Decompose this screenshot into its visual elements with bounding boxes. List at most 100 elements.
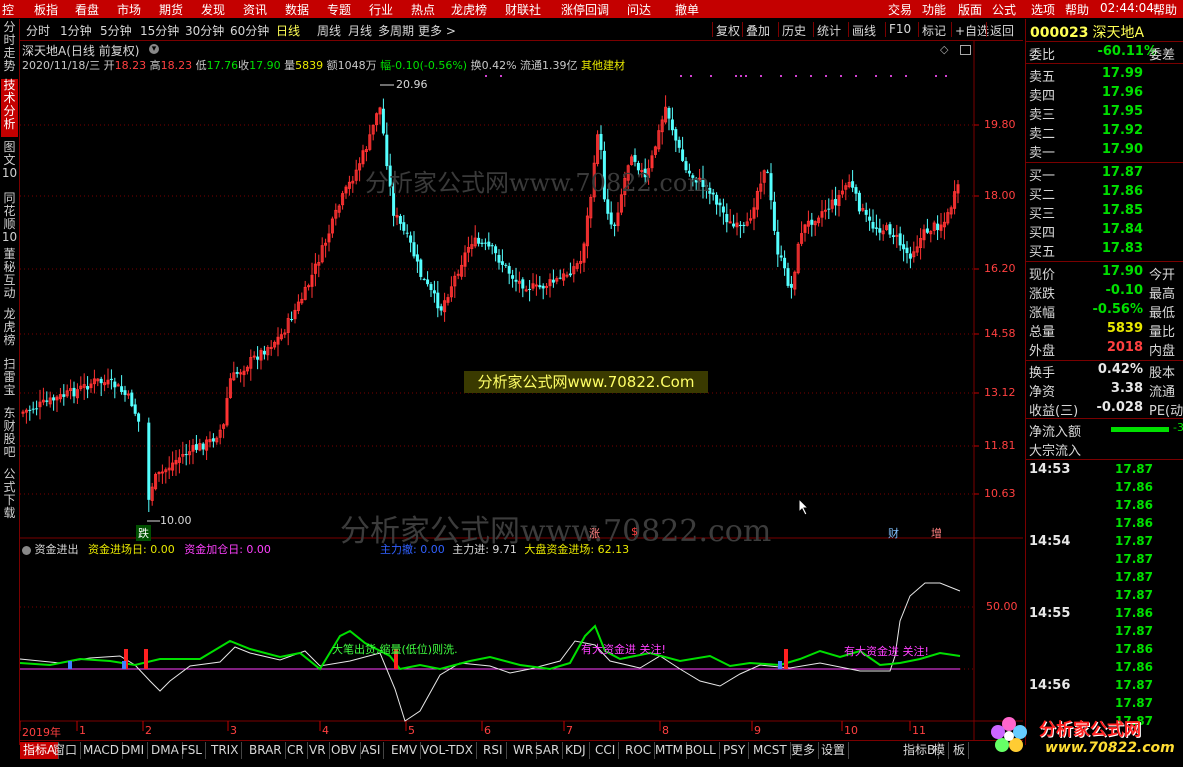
left-tab[interactable]: 扫雷宝 (1, 358, 18, 404)
bid-row[interactable]: 买三 17.85 (1029, 203, 1181, 222)
left-tab[interactable]: 图文10 (1, 141, 18, 189)
top-menu-item[interactable]: 02:44:04 (1100, 1, 1154, 15)
webi-row[interactable]: 委比 -60.11% 委差 (1029, 44, 1181, 63)
toolbar-action-button[interactable]: 复权 (716, 22, 740, 39)
top-menu-item[interactable]: 看盘 (75, 1, 99, 18)
toolbar-action-button[interactable]: 历史 (782, 22, 806, 39)
stat2-row[interactable]: 换手 0.42% 股本 (1029, 362, 1181, 381)
event-mark-cai[interactable]: 财 (888, 525, 899, 541)
bid-row[interactable]: 买五 17.83 (1029, 241, 1181, 260)
indicator-tab[interactable]: OBV (328, 742, 361, 759)
bigorder-row[interactable]: 大宗流入 (1029, 440, 1081, 459)
event-mark-dollar[interactable]: $ (631, 525, 638, 538)
indicator-tab[interactable]: MCST (750, 742, 791, 759)
top-menu-item[interactable]: 市场 (117, 1, 141, 18)
left-tab[interactable]: 龙虎榜 (1, 308, 18, 354)
top-menu-item[interactable]: 选项 (1031, 1, 1055, 18)
period-tab[interactable]: 分时 (26, 22, 50, 39)
indicator-tab[interactable]: 更多 (788, 742, 820, 759)
top-menu-item[interactable]: 涨停回调 (561, 1, 609, 18)
indicator-tab[interactable]: SAR (532, 742, 564, 759)
period-tab[interactable]: 月线 (348, 22, 372, 39)
left-tab[interactable]: 东财股吧 (1, 407, 18, 465)
left-tab[interactable]: 同花顺10 (1, 192, 18, 244)
indicator-tab[interactable]: 设置 (818, 742, 850, 759)
ask-row[interactable]: 卖三 17.95 (1029, 104, 1181, 123)
kline-chart-area[interactable]: 深天地A(日线 前复权) ▾ ◇ 2020/11/18/三 开18.23 高18… (20, 41, 1023, 741)
indicator-tab[interactable]: CCI (592, 742, 620, 759)
left-tab[interactable]: 技术分析 (1, 79, 18, 137)
toolbar-action-button[interactable]: 叠加 (746, 22, 770, 39)
top-menu-item[interactable]: 期货 (159, 1, 183, 18)
stat2-row[interactable]: 收益(三) -0.028 PE(动 (1029, 400, 1183, 419)
toolbar-action-button[interactable]: 画线 (852, 22, 876, 39)
period-tab[interactable]: 15分钟 (140, 22, 179, 39)
sector-link[interactable]: 其他建材 (581, 59, 625, 72)
indicator-tab[interactable]: FSL (178, 742, 206, 759)
indicator-tab[interactable]: CR (284, 742, 308, 759)
left-tab[interactable]: 董秘互动 (1, 248, 18, 304)
ask-row[interactable]: 卖二 17.92 (1029, 123, 1181, 142)
stat-row[interactable]: 外盘 2018 内盘 (1029, 340, 1181, 359)
indicator-tab[interactable]: EMV (388, 742, 422, 759)
netflow-row[interactable]: 净流入额 -3 (1029, 421, 1183, 440)
toolbar-action-button[interactable]: F10 (889, 22, 911, 36)
stat-row[interactable]: 涨跌 -0.10 最高 (1029, 283, 1181, 302)
indicator-tab[interactable]: 窗口 (50, 742, 82, 759)
period-tab[interactable]: 更多 > (418, 22, 456, 39)
indicator-tab[interactable]: ROC (622, 742, 656, 759)
top-menu-item[interactable]: 公式 (992, 1, 1016, 18)
diamond-icon[interactable]: ◇ (940, 43, 948, 56)
bid-row[interactable]: 买二 17.86 (1029, 184, 1181, 203)
stat2-row[interactable]: 净资 3.38 流通 (1029, 381, 1181, 400)
top-menu-item[interactable]: 控 (2, 1, 14, 18)
event-mark-zeng[interactable]: 增 (931, 525, 942, 541)
ask-row[interactable]: 卖一 17.90 (1029, 142, 1181, 161)
window-icon[interactable] (960, 45, 971, 55)
indicator-tab[interactable]: MACD (80, 742, 123, 759)
stat-row[interactable]: 现价 17.90 今开 (1029, 264, 1181, 283)
indicator-tab[interactable]: RSI (480, 742, 507, 759)
top-menu-item[interactable]: 数据 (285, 1, 309, 18)
period-tab[interactable]: 多周期 (378, 22, 414, 39)
toolbar-action-button[interactable]: 统计 (817, 22, 841, 39)
toolbar-action-button[interactable]: 返回 (990, 22, 1014, 39)
top-menu-item[interactable]: 撤单 (675, 1, 699, 18)
period-tab[interactable]: 30分钟 (185, 22, 224, 39)
top-menu-item[interactable]: 板指 (34, 1, 58, 18)
left-tab[interactable]: 分时走势 (1, 21, 18, 77)
ask-row[interactable]: 卖四 17.96 (1029, 85, 1181, 104)
chevron-down-icon[interactable]: ▾ (149, 44, 159, 54)
top-menu-item[interactable]: 功能 (922, 1, 946, 18)
top-menu-item[interactable]: 交易 (888, 1, 912, 18)
bid-row[interactable]: 买一 17.87 (1029, 165, 1181, 184)
stat-row[interactable]: 总量 5839 量比 (1029, 321, 1181, 340)
indicator-tab[interactable]: DMI (118, 742, 149, 759)
top-menu-item[interactable]: 行业 (369, 1, 393, 18)
indicator-tab[interactable]: VOL-TDX (418, 742, 477, 759)
top-menu-item[interactable]: 财联社 (505, 1, 541, 18)
indicator-tab[interactable]: TRIX (208, 742, 243, 759)
top-menu-item[interactable]: 龙虎榜 (451, 1, 487, 18)
indicator-tab[interactable]: KDJ (562, 742, 590, 759)
event-mark-zhang[interactable]: 涨 (589, 525, 600, 541)
indicator-tab[interactable]: VR (306, 742, 330, 759)
indicator-tab[interactable]: 板 (950, 742, 970, 759)
top-menu-item[interactable]: 资讯 (243, 1, 267, 18)
top-menu-item[interactable]: 问达 (627, 1, 651, 18)
top-menu-item[interactable]: 发现 (201, 1, 225, 18)
period-tab[interactable]: 60分钟 (230, 22, 269, 39)
period-tab[interactable]: 日线 (276, 22, 300, 39)
indicator-tab[interactable]: PSY (720, 742, 750, 759)
indicator-tab[interactable]: BRAR (246, 742, 286, 759)
event-mark-die[interactable]: 跌 (136, 525, 151, 541)
ask-row[interactable]: 卖五 17.99 (1029, 66, 1181, 85)
left-tab[interactable]: 公式下载 (1, 468, 18, 524)
period-tab[interactable]: 周线 (317, 22, 341, 39)
stat-row[interactable]: 涨幅 -0.56% 最低 (1029, 302, 1181, 321)
toolbar-action-button[interactable]: 标记 (922, 22, 946, 39)
bid-row[interactable]: 买四 17.84 (1029, 222, 1181, 241)
top-menu-item[interactable]: 版面 (958, 1, 982, 18)
period-tab[interactable]: 5分钟 (100, 22, 132, 39)
period-tab[interactable]: 1分钟 (60, 22, 92, 39)
